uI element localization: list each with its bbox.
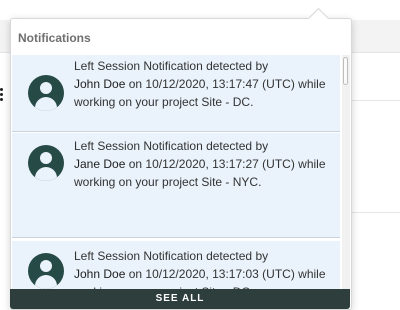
scrollbar-thumb[interactable] [343, 57, 348, 85]
notification-text: Left Session Notification detected by Jo… [74, 57, 336, 111]
notification-item[interactable]: Left Session Notification detected by Jo… [12, 241, 340, 289]
notifications-popover: Notifications Left Session Notification … [10, 18, 352, 310]
popover-title: Notifications [18, 31, 91, 45]
user-avatar-icon [28, 145, 64, 181]
notification-user[interactable]: John Doe [74, 267, 125, 281]
notification-prefix: Left Session Notification detected by [74, 139, 269, 153]
notification-user[interactable]: Jane Doe [74, 157, 125, 171]
notification-list: Left Session Notification detected by Jo… [12, 55, 349, 289]
notification-item[interactable]: Left Session Notification detected by Ja… [12, 133, 340, 238]
notification-prefix: Left Session Notification detected by [74, 249, 269, 263]
divider [350, 212, 400, 213]
notification-text: Left Session Notification detected by Ja… [74, 137, 336, 191]
notification-item[interactable]: Left Session Notification detected by Jo… [12, 55, 340, 132]
notification-user[interactable]: John Doe [74, 77, 125, 91]
user-avatar-icon [28, 75, 64, 111]
notification-prefix: Left Session Notification detected by [74, 59, 269, 73]
user-avatar-icon [28, 253, 64, 289]
divider [350, 100, 400, 101]
notification-text: Left Session Notification detected by Jo… [74, 247, 336, 289]
more-vertical-icon[interactable] [0, 88, 4, 103]
app-top-bar [0, 0, 400, 20]
see-all-button[interactable]: SEE ALL [10, 289, 350, 309]
scrollbar[interactable] [342, 55, 350, 289]
